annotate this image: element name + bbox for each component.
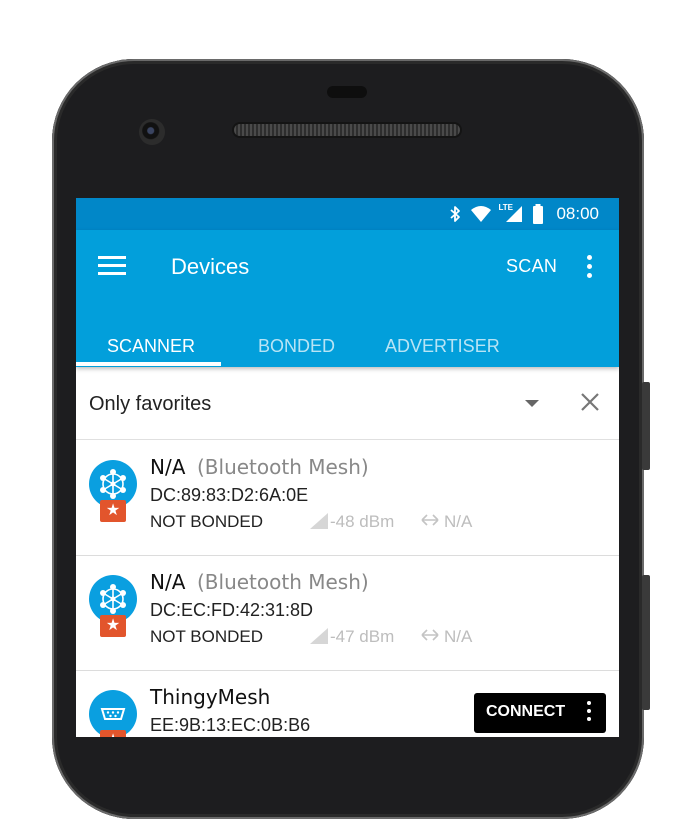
list-item[interactable]: ★ N/A (Bluetooth Mesh) DC:EC:FD:42:31:8D… [76,556,619,671]
rssi-value: -48 dBm [330,512,395,531]
signal-strength-icon [310,513,328,529]
bond-state: NOT BONDED [150,512,264,531]
screen: LTE 08:00 Devices SCAN SCANNER BONDED AD… [76,198,619,737]
front-camera [139,119,165,145]
signal-strength-icon [310,628,328,644]
more-vert-icon[interactable] [581,255,597,281]
menu-icon[interactable] [98,256,126,278]
status-bar: LTE 08:00 [76,198,619,230]
connect-button[interactable]: CONNECT [474,693,606,733]
device-name: N/A [150,570,186,594]
lte-label: LTE [498,203,513,212]
filter-label[interactable]: Only favorites [89,393,211,416]
app-bar: Devices SCAN SCANNER BONDED ADVERTISER [76,230,619,367]
list-item[interactable]: ★ ThingyMesh EE:9B:13:EC:0B:B6 CONNECT [76,671,619,737]
device-name: ThingyMesh [150,685,271,709]
status-time: 08:00 [556,204,599,223]
interval-value: N/A [444,627,473,646]
bond-state: NOT BONDED [150,627,264,646]
more-vert-icon[interactable] [584,701,594,725]
device-type: (Bluetooth Mesh) [197,570,369,594]
tab-scanner[interactable]: SCANNER [107,336,195,357]
bluetooth-icon [450,206,461,222]
interval-value: N/A [444,512,473,531]
lte-signal-icon: LTE [498,203,524,223]
device-address: DC:EC:FD:42:31:8D [150,600,314,620]
device-name: N/A [150,455,186,479]
list-item[interactable]: ★ N/A (Bluetooth Mesh) DC:89:83:D2:6A:0E… [76,441,619,556]
interval-arrows-icon [421,629,439,641]
device-address: DC:89:83:D2:6A:0E [150,485,309,505]
scan-button[interactable]: SCAN [506,256,557,277]
filter-bar: Only favorites [76,368,619,440]
device-address: EE:9B:13:EC:0B:B6 [150,715,311,735]
device-type: (Bluetooth Mesh) [197,455,369,479]
volume-button [642,382,650,470]
arrow-drop-down-icon[interactable] [525,400,539,407]
rssi-value: -47 dBm [330,627,395,646]
proximity-sensor [327,86,367,98]
star-icon: ★ [100,500,126,522]
earpiece-speaker [234,124,460,136]
battery-icon [533,204,544,224]
tab-bonded[interactable]: BONDED [258,336,335,357]
interval-arrows-icon [421,514,439,526]
connect-label: CONNECT [486,703,566,720]
wifi-icon [471,206,492,222]
tab-advertiser[interactable]: ADVERTISER [385,336,500,357]
page-title: Devices [171,254,250,279]
power-button [642,575,650,710]
close-icon[interactable] [578,390,602,414]
tab-indicator [76,362,221,366]
tab-bar: SCANNER BONDED ADVERTISER [76,322,619,367]
star-icon: ★ [100,615,126,637]
star-icon: ★ [100,730,126,737]
